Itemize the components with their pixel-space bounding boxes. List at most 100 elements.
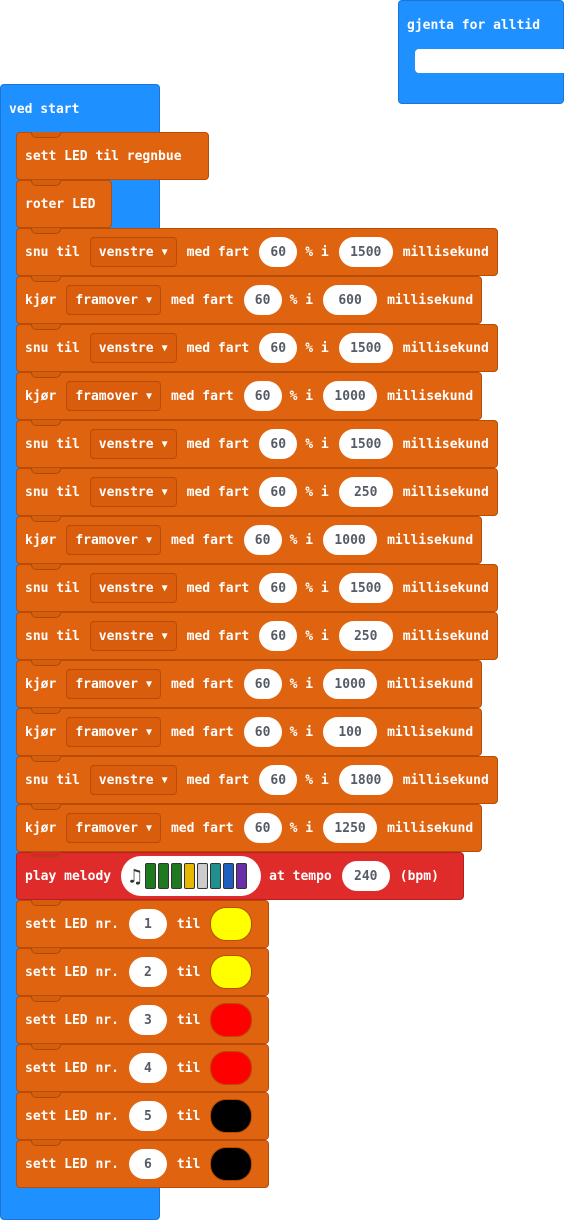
direction-dropdown[interactable]: venstre ▼ [89, 621, 177, 651]
direction-dropdown[interactable]: framover ▼ [66, 813, 161, 843]
direction-dropdown[interactable]: venstre ▼ [89, 429, 177, 459]
unit-label: millisekund [402, 340, 489, 356]
til-label: til [176, 1108, 201, 1124]
tempo-input[interactable]: 240 [341, 861, 390, 891]
direction-dropdown[interactable]: venstre ▼ [89, 237, 177, 267]
speed-input[interactable]: 60 [259, 237, 298, 267]
speed-input[interactable]: 60 [259, 573, 298, 603]
duration-input[interactable]: 1000 [323, 669, 378, 699]
turn-block[interactable]: snu til venstre ▼ med fart 60 % i 1500 millisek… [16, 324, 498, 372]
direction-dropdown[interactable]: framover ▼ [66, 669, 161, 699]
melody-note [236, 863, 248, 889]
drive-block[interactable]: kjør framover ▼ med fart 60 % i 1000 millisekun… [16, 660, 483, 708]
led-number-input[interactable]: 2 [128, 957, 167, 987]
duration-input[interactable]: 1500 [338, 237, 393, 267]
forever-block[interactable]: gjenta for alltid [398, 0, 564, 104]
turn-block[interactable]: snu til venstre ▼ med fart 60 % i 250 milliseku… [16, 612, 498, 660]
duration-input[interactable]: 1000 [323, 381, 378, 411]
caret-down-icon: ▼ [161, 630, 168, 642]
direction-dropdown[interactable]: venstre ▼ [89, 477, 177, 507]
percent-label: % i [305, 244, 329, 260]
direction-dropdown[interactable]: venstre ▼ [89, 573, 177, 603]
drive-block[interactable]: kjør framover ▼ med fart 60 % i 1000 millisekun… [16, 516, 483, 564]
speed-input[interactable]: 60 [243, 381, 282, 411]
direction-dropdown[interactable]: venstre ▼ [89, 765, 177, 795]
til-label: til [176, 1060, 201, 1076]
set-led-block[interactable]: sett LED nr. 3 til [16, 996, 269, 1044]
turn-block[interactable]: snu til venstre ▼ med fart 60 % i 1800 millisek… [16, 756, 498, 804]
led-color-picker[interactable] [210, 907, 253, 941]
speed-input[interactable]: 60 [243, 525, 282, 555]
led-label: sett LED nr. [25, 1012, 119, 1028]
block-notch [31, 372, 61, 378]
direction-dropdown[interactable]: framover ▼ [66, 717, 161, 747]
speed-label: med fart [186, 628, 250, 644]
led-color-picker[interactable] [210, 1099, 253, 1133]
led-color-picker[interactable] [210, 1051, 253, 1085]
speed-input[interactable]: 60 [243, 285, 282, 315]
turn-block[interactable]: snu til venstre ▼ med fart 60 % i 1500 millisek… [16, 228, 498, 276]
speed-label: med fart [170, 676, 234, 692]
duration-input[interactable]: 1500 [338, 573, 393, 603]
set-led-block[interactable]: sett LED nr. 2 til [16, 948, 269, 996]
speed-input[interactable]: 60 [259, 765, 298, 795]
speed-input[interactable]: 60 [243, 717, 282, 747]
led-label: sett LED nr. [25, 1108, 119, 1124]
led-number-input[interactable]: 4 [128, 1053, 167, 1083]
duration-input[interactable]: 1000 [323, 525, 378, 555]
block-notch [31, 948, 61, 954]
speed-input[interactable]: 60 [243, 813, 282, 843]
led-number-input[interactable]: 6 [128, 1149, 167, 1179]
set-led-block[interactable]: sett LED nr. 5 til [16, 1092, 269, 1140]
duration-input[interactable]: 1500 [338, 429, 393, 459]
led-color-picker[interactable] [210, 955, 253, 989]
speed-input[interactable]: 60 [259, 333, 298, 363]
speed-input[interactable]: 60 [259, 429, 298, 459]
turn-block[interactable]: snu til venstre ▼ med fart 60 % i 1500 millisek… [16, 420, 498, 468]
led-color-picker[interactable] [210, 1003, 253, 1037]
block-notch [31, 708, 61, 714]
block-notch [31, 420, 61, 426]
duration-input[interactable]: 1800 [338, 765, 393, 795]
speed-input[interactable]: 60 [243, 669, 282, 699]
turn-block[interactable]: snu til venstre ▼ med fart 60 % i 250 milliseku… [16, 468, 498, 516]
set-led-block[interactable]: sett LED nr. 1 til [16, 900, 269, 948]
direction-dropdown[interactable]: framover ▼ [66, 285, 161, 315]
duration-input[interactable]: 250 [338, 477, 393, 507]
drive-block[interactable]: kjør framover ▼ med fart 60 % i 100 millisekund [16, 708, 483, 756]
led-number-input[interactable]: 5 [128, 1101, 167, 1131]
drive-block[interactable]: kjør framover ▼ med fart 60 % i 600 millisekund [16, 276, 483, 324]
melody-editor[interactable]: ♫ [121, 856, 262, 896]
direction-value: framover [75, 820, 138, 836]
speed-label: med fart [186, 772, 250, 788]
led-number-input[interactable]: 3 [128, 1005, 167, 1035]
set-led-rainbow-block[interactable]: sett LED til regnbue [16, 132, 209, 180]
direction-dropdown[interactable]: framover ▼ [66, 525, 161, 555]
direction-dropdown[interactable]: framover ▼ [66, 381, 161, 411]
duration-input[interactable]: 100 [323, 717, 378, 747]
verb-label: snu til [25, 340, 80, 356]
drive-block[interactable]: kjør framover ▼ med fart 60 % i 1250 millisekun… [16, 804, 483, 852]
caret-down-icon: ▼ [161, 342, 168, 354]
til-label: til [176, 964, 201, 980]
rotate-led-block[interactable]: roter LED [16, 180, 112, 228]
turn-block[interactable]: snu til venstre ▼ med fart 60 % i 1500 millisek… [16, 564, 498, 612]
verb-label: snu til [25, 580, 80, 596]
direction-dropdown[interactable]: venstre ▼ [89, 333, 177, 363]
duration-input[interactable]: 600 [323, 285, 378, 315]
block-notch [31, 180, 61, 186]
duration-input[interactable]: 1250 [323, 813, 378, 843]
speed-input[interactable]: 60 [259, 621, 298, 651]
led-color-picker[interactable] [210, 1147, 253, 1181]
duration-input[interactable]: 250 [338, 621, 393, 651]
forever-label: gjenta for alltid [407, 18, 541, 33]
verb-label: kjør [25, 388, 57, 404]
duration-input[interactable]: 1500 [338, 333, 393, 363]
led-number-input[interactable]: 1 [128, 909, 167, 939]
speed-label: med fart [170, 820, 234, 836]
drive-block[interactable]: kjør framover ▼ med fart 60 % i 1000 millisekun… [16, 372, 483, 420]
set-led-block[interactable]: sett LED nr. 6 til [16, 1140, 269, 1188]
play-melody-block[interactable]: play melody ♫ at tempo 240 (bpm) [16, 852, 464, 900]
set-led-block[interactable]: sett LED nr. 4 til [16, 1044, 269, 1092]
speed-input[interactable]: 60 [259, 477, 298, 507]
